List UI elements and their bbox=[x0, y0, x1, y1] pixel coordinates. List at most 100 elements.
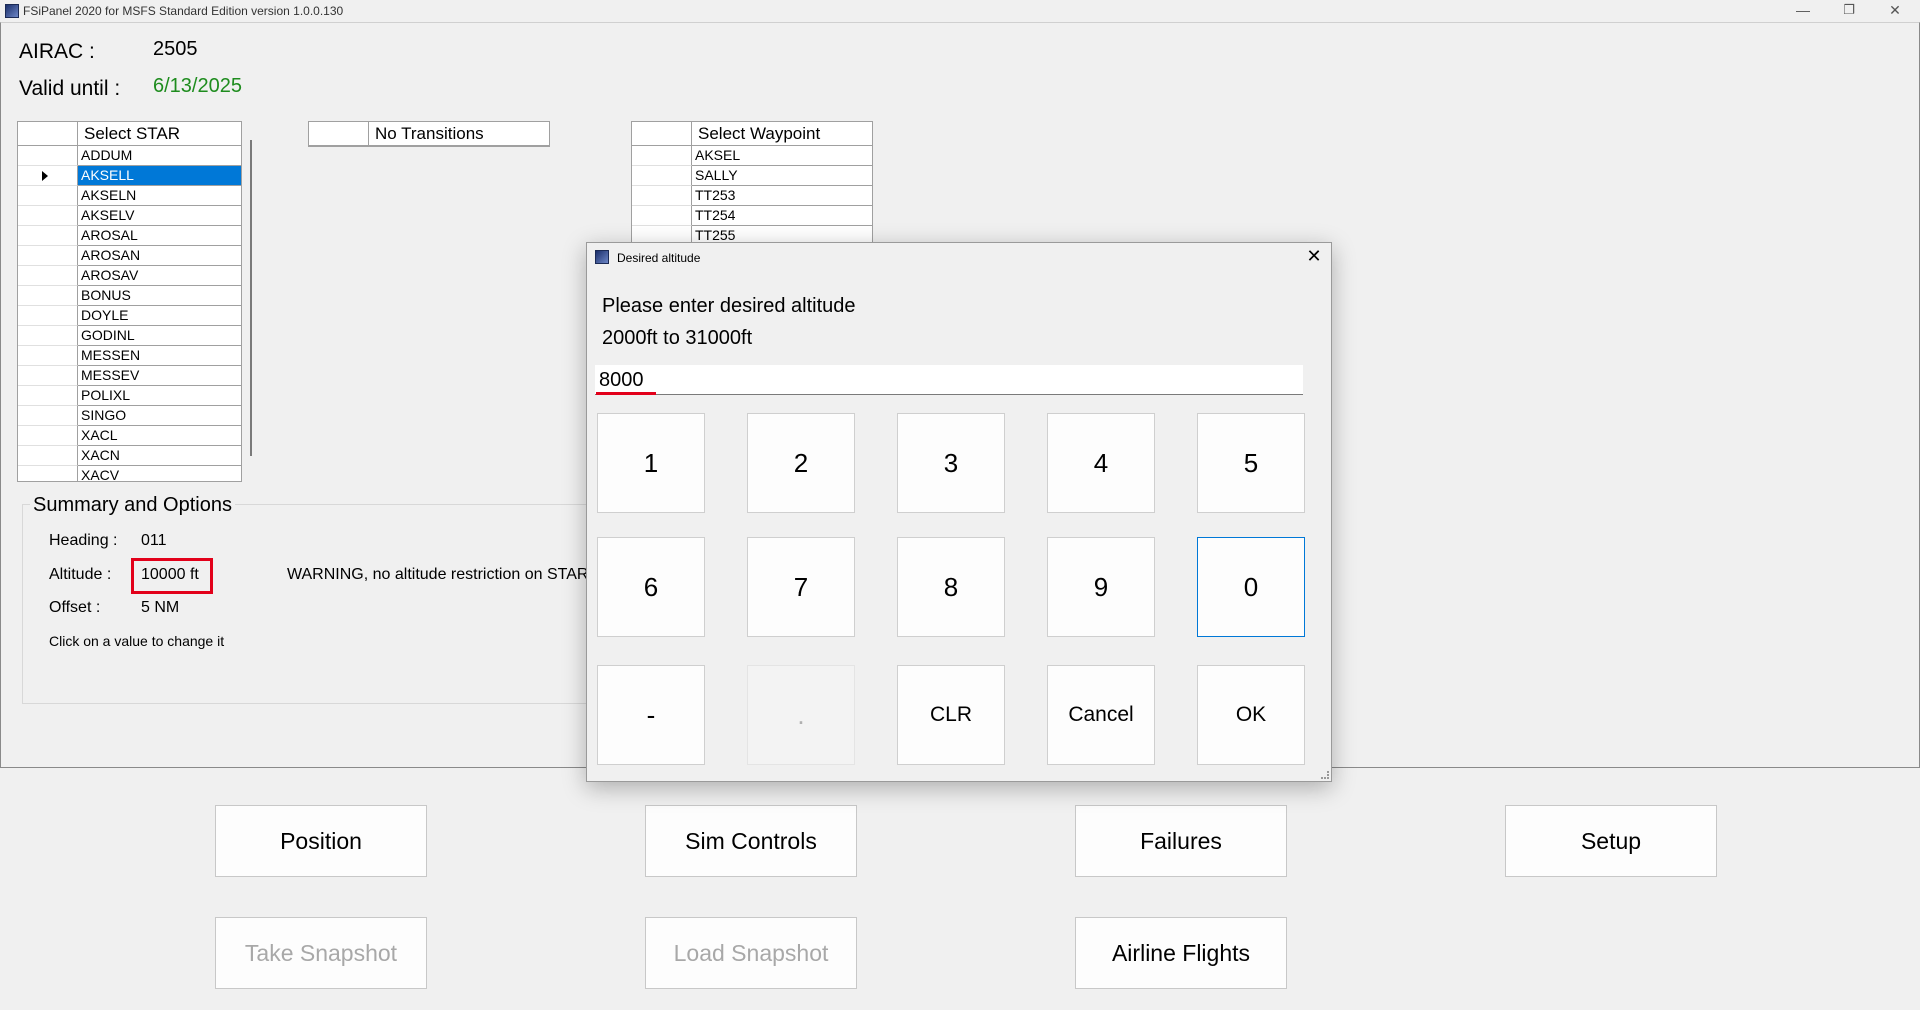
grid-row[interactable]: BONUS bbox=[18, 286, 241, 306]
key-6-button[interactable]: 6 bbox=[597, 537, 705, 637]
row-header[interactable] bbox=[18, 206, 78, 226]
take-snapshot-button[interactable]: Take Snapshot bbox=[215, 917, 427, 989]
grid-cell[interactable]: XACV bbox=[78, 466, 241, 481]
grid-row[interactable]: XACV bbox=[18, 466, 241, 481]
grid-row[interactable]: SINGO bbox=[18, 406, 241, 426]
row-header[interactable] bbox=[18, 386, 78, 406]
grid-row[interactable]: AROSAL bbox=[18, 226, 241, 246]
key-8-button[interactable]: 8 bbox=[897, 537, 1005, 637]
key-5-button[interactable]: 5 bbox=[1197, 413, 1305, 513]
transitions-grid[interactable]: No Transitions bbox=[308, 121, 550, 147]
row-header[interactable] bbox=[18, 226, 78, 246]
key-7-button[interactable]: 7 bbox=[747, 537, 855, 637]
grid-cell[interactable]: TT253 bbox=[692, 186, 872, 206]
ok-button[interactable]: OK bbox=[1197, 665, 1305, 765]
grid-row[interactable]: GODINL bbox=[18, 326, 241, 346]
grid-cell[interactable]: AKSELV bbox=[78, 206, 241, 226]
key-1-button[interactable]: 1 bbox=[597, 413, 705, 513]
failures-button[interactable]: Failures bbox=[1075, 805, 1287, 877]
key-2-button[interactable]: 2 bbox=[747, 413, 855, 513]
row-header[interactable] bbox=[18, 466, 78, 481]
grid-cell[interactable]: MESSEN bbox=[78, 346, 241, 366]
row-header[interactable] bbox=[18, 306, 78, 326]
row-header[interactable] bbox=[18, 406, 78, 426]
row-header[interactable] bbox=[18, 446, 78, 466]
grid-row[interactable]: AROSAV bbox=[18, 266, 241, 286]
sim-controls-button[interactable]: Sim Controls bbox=[645, 805, 857, 877]
grid-row[interactable]: AKSELL bbox=[18, 166, 241, 186]
waypoint-grid-header: Select Waypoint bbox=[632, 122, 872, 146]
close-window-button[interactable]: ✕ bbox=[1872, 0, 1918, 22]
row-header[interactable] bbox=[632, 186, 692, 206]
star-grid[interactable]: Select STAR ADDUM AKSELL AKSELN AKSELV AROSA… bbox=[17, 121, 242, 482]
grid-cell[interactable]: AROSAL bbox=[78, 226, 241, 246]
minus-button[interactable]: - bbox=[597, 665, 705, 765]
grid-cell[interactable]: TT254 bbox=[692, 206, 872, 226]
grid-row[interactable]: XACN bbox=[18, 446, 241, 466]
decimal-button[interactable]: . bbox=[747, 665, 855, 765]
setup-button[interactable]: Setup bbox=[1505, 805, 1717, 877]
grid-row[interactable]: AROSAN bbox=[18, 246, 241, 266]
grid-cell[interactable]: AKSELN bbox=[78, 186, 241, 206]
row-header[interactable] bbox=[18, 246, 78, 266]
grid-cell[interactable]: MESSEV bbox=[78, 366, 241, 386]
grid-row[interactable]: POLIXL bbox=[18, 386, 241, 406]
grid-cell[interactable]: DOYLE bbox=[78, 306, 241, 326]
row-header[interactable] bbox=[18, 346, 78, 366]
row-header[interactable] bbox=[18, 326, 78, 346]
grid-cell[interactable]: AKSELL bbox=[78, 166, 241, 186]
row-header[interactable] bbox=[632, 146, 692, 166]
grid-cell[interactable]: SALLY bbox=[692, 166, 872, 186]
airline-flights-button[interactable]: Airline Flights bbox=[1075, 917, 1287, 989]
row-header[interactable] bbox=[18, 286, 78, 306]
grid-row[interactable]: MESSEN bbox=[18, 346, 241, 366]
row-header[interactable] bbox=[18, 426, 78, 446]
grid-row[interactable]: SALLY bbox=[632, 166, 872, 186]
row-header[interactable] bbox=[18, 266, 78, 286]
row-header[interactable] bbox=[632, 166, 692, 186]
minimize-button[interactable]: — bbox=[1780, 0, 1826, 22]
grid-cell[interactable]: XACL bbox=[78, 426, 241, 446]
key-9-button[interactable]: 9 bbox=[1047, 537, 1155, 637]
grid-cell[interactable]: GODINL bbox=[78, 326, 241, 346]
grid-cell[interactable]: BONUS bbox=[78, 286, 241, 306]
position-button[interactable]: Position bbox=[215, 805, 427, 877]
grid-cell[interactable]: POLIXL bbox=[78, 386, 241, 406]
grid-row[interactable]: DOYLE bbox=[18, 306, 241, 326]
row-header[interactable] bbox=[632, 206, 692, 226]
grid-row[interactable]: XACL bbox=[18, 426, 241, 446]
grid-cell[interactable]: ADDUM bbox=[78, 146, 241, 166]
offset-value[interactable]: 5 NM bbox=[141, 599, 179, 617]
grid-row[interactable]: AKSELN bbox=[18, 186, 241, 206]
altitude-input[interactable] bbox=[595, 365, 1303, 395]
altitude-value[interactable]: 10000 ft bbox=[141, 566, 199, 584]
clear-button[interactable]: CLR bbox=[897, 665, 1005, 765]
heading-value[interactable]: 011 bbox=[141, 532, 167, 550]
row-header[interactable] bbox=[18, 186, 78, 206]
grid-row[interactable]: ADDUM bbox=[18, 146, 241, 166]
grid-cell[interactable]: XACN bbox=[78, 446, 241, 466]
row-header[interactable] bbox=[18, 366, 78, 386]
resize-grip-icon[interactable] bbox=[1321, 771, 1329, 779]
grid-cell[interactable]: SINGO bbox=[78, 406, 241, 426]
grid-cell[interactable]: AKSEL bbox=[692, 146, 872, 166]
grid-row[interactable]: MESSEV bbox=[18, 366, 241, 386]
grid-cell[interactable]: AROSAN bbox=[78, 246, 241, 266]
restore-button[interactable]: ❐ bbox=[1826, 0, 1872, 22]
grid-row[interactable]: TT254 bbox=[632, 206, 872, 226]
grid-cell[interactable]: AROSAV bbox=[78, 266, 241, 286]
load-snapshot-button[interactable]: Load Snapshot bbox=[645, 917, 857, 989]
cancel-button[interactable]: Cancel bbox=[1047, 665, 1155, 765]
grid-row[interactable]: AKSELV bbox=[18, 206, 241, 226]
star-grid-scrollbar[interactable] bbox=[250, 140, 252, 456]
grid-row[interactable]: AKSEL bbox=[632, 146, 872, 166]
dialog-close-icon[interactable]: ✕ bbox=[1303, 245, 1325, 267]
key-4-button[interactable]: 4 bbox=[1047, 413, 1155, 513]
key-3-button[interactable]: 3 bbox=[897, 413, 1005, 513]
key-0-button[interactable]: 0 bbox=[1197, 537, 1305, 637]
grid-row[interactable]: TT253 bbox=[632, 186, 872, 206]
altitude-warning: WARNING, no altitude restriction on STAR bbox=[287, 566, 589, 583]
row-header[interactable] bbox=[18, 166, 78, 186]
row-header[interactable] bbox=[18, 146, 78, 166]
waypoint-grid[interactable]: Select Waypoint AKSEL SALLY TT253 TT254 TT25… bbox=[631, 121, 873, 246]
